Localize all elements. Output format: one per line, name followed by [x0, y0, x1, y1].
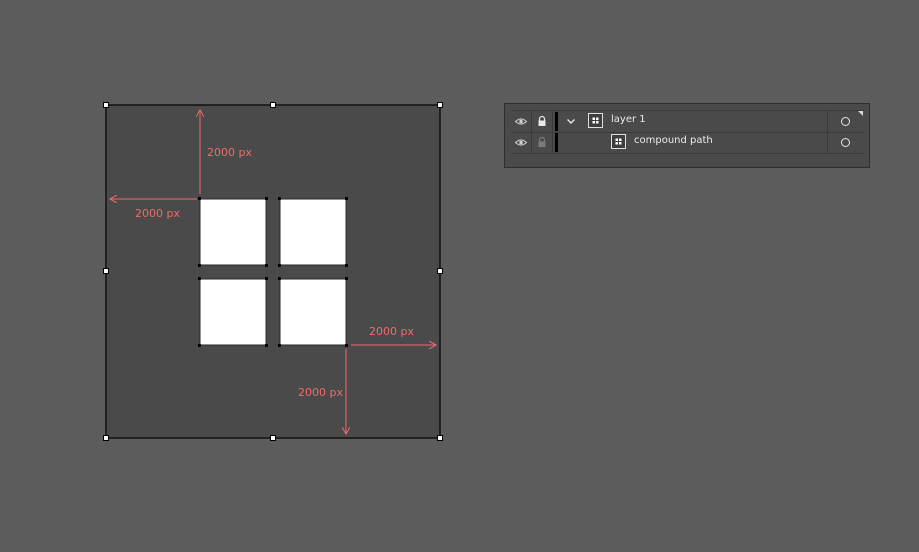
eye-icon [514, 118, 528, 125]
dimension-label-bottom: 2000 px [298, 386, 343, 399]
path-thumbnail [611, 134, 626, 149]
layer-color-bar [555, 133, 558, 152]
handle-top-center [270, 102, 276, 108]
handle-top-left [103, 102, 109, 108]
layer-row-layer-1[interactable]: layer 1 [511, 110, 864, 133]
lock-toggle[interactable] [532, 111, 553, 132]
target-column[interactable] [827, 111, 865, 132]
lock-icon [538, 115, 546, 126]
dimension-label-right: 2000 px [369, 325, 414, 338]
target-circle-icon[interactable] [841, 138, 850, 147]
layer-row-compound-path[interactable]: compound path [511, 132, 864, 154]
layer-color-bar [555, 112, 558, 131]
handle-bottom-right [437, 435, 443, 441]
dimension-label-left: 2000 px [135, 207, 180, 220]
dimension-label-top: 2000 px [207, 146, 252, 159]
layers-panel[interactable]: layer 1 compound path [504, 103, 870, 168]
handle-top-right [437, 102, 443, 108]
lock-icon [538, 136, 546, 147]
workspace-canvas[interactable]: 2000 px 2000 px 2000 px 2000 px [0, 0, 919, 552]
target-column[interactable] [827, 132, 865, 153]
handle-bottom-left [103, 435, 109, 441]
lock-toggle[interactable] [532, 132, 553, 153]
layer-thumbnail [588, 113, 603, 128]
target-circle-icon[interactable] [841, 117, 850, 126]
visibility-toggle[interactable] [511, 132, 532, 153]
handle-bottom-center [270, 435, 276, 441]
artboard[interactable] [105, 104, 441, 439]
square-bottom-right [279, 278, 347, 346]
square-top-right [279, 198, 347, 266]
square-bottom-left [199, 278, 267, 346]
square-top-left [199, 198, 267, 266]
visibility-toggle[interactable] [511, 111, 532, 132]
sublayer-name-label[interactable]: compound path [634, 135, 713, 146]
layer-name-label[interactable]: layer 1 [611, 114, 646, 125]
handle-middle-right [437, 268, 443, 274]
eye-icon [514, 139, 528, 146]
handle-middle-left [103, 268, 109, 274]
chevron-down-icon[interactable] [564, 114, 578, 128]
